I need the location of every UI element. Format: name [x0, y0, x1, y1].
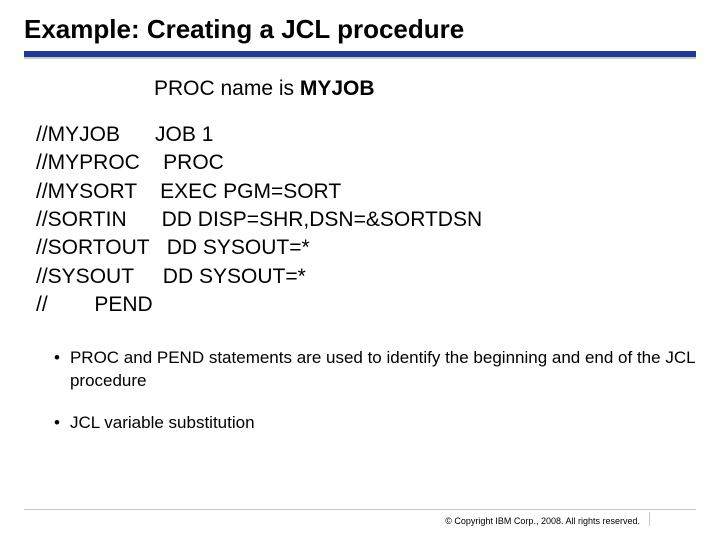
bullet-item: • JCL variable substitution	[54, 412, 696, 434]
subtitle-procname: MYJOB	[300, 77, 375, 100]
rule-gray	[24, 57, 696, 59]
bullet-text: JCL variable substitution	[70, 412, 255, 434]
jcl-line: //SORTIN DD DISP=SHR,DSN=&SORTDSN	[36, 206, 696, 234]
footer-rule	[24, 509, 696, 510]
bullet-dot-icon: •	[54, 412, 60, 434]
slide: Example: Creating a JCL procedure PROC n…	[0, 0, 720, 540]
bullet-text: PROC and PEND statements are used to ide…	[70, 347, 696, 391]
jcl-line: //SYSOUT DD SYSOUT=*	[36, 263, 696, 291]
title-rule	[24, 51, 696, 59]
bullet-list: • PROC and PEND statements are used to id…	[24, 347, 696, 433]
jcl-line: //MYPROC PROC	[36, 149, 696, 177]
slide-title: Example: Creating a JCL procedure	[24, 14, 696, 45]
jcl-line: // PEND	[36, 291, 696, 319]
jcl-line: //MYSORT EXEC PGM=SORT	[36, 178, 696, 206]
subtitle: PROC name is MYJOB	[154, 77, 696, 101]
bullet-item: • PROC and PEND statements are used to id…	[54, 347, 696, 391]
subtitle-prefix: PROC name is	[154, 77, 300, 100]
jcl-code-block: //MYJOB JOB 1//MYPROC PROC//MYSORT EXEC …	[36, 121, 696, 319]
jcl-line: //MYJOB JOB 1	[36, 121, 696, 149]
copyright-text: © Copyright IBM Corp., 2008. All rights …	[445, 516, 640, 526]
footer-tick	[649, 512, 650, 526]
jcl-line: //SORTOUT DD SYSOUT=*	[36, 234, 696, 262]
bullet-dot-icon: •	[54, 347, 60, 369]
